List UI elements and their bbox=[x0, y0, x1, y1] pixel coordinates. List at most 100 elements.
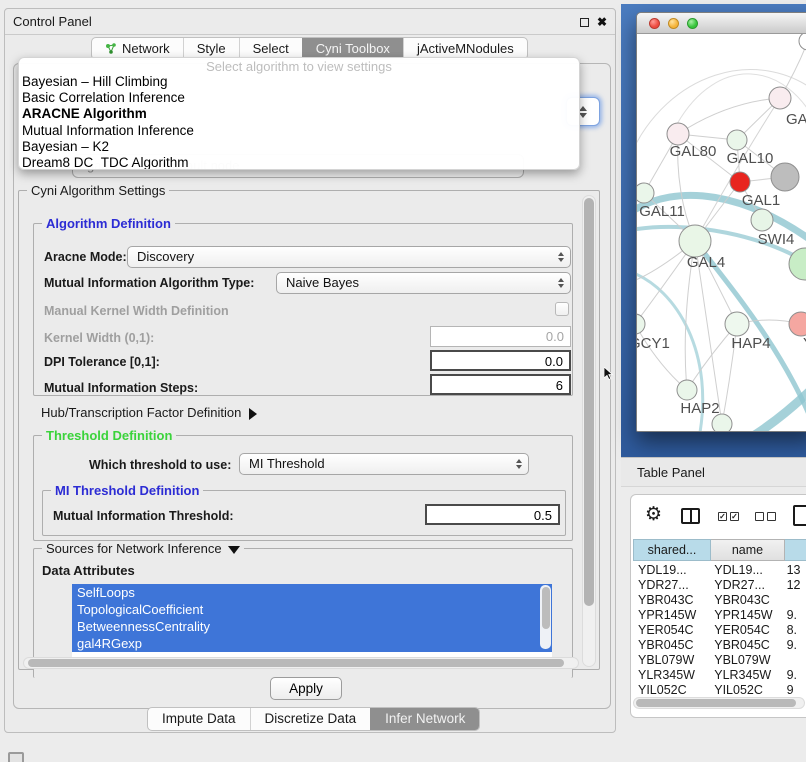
settings-vscroll-thumb[interactable] bbox=[584, 198, 594, 606]
data-attribute-item[interactable]: BetweennessCentrality bbox=[72, 618, 552, 635]
gear-icon[interactable]: ⚙ bbox=[645, 503, 662, 525]
data-attribute-item[interactable]: TopologicalCoefficient bbox=[72, 601, 552, 618]
table-cell[interactable]: YPR145W bbox=[709, 608, 781, 623]
table-cell[interactable]: 13 bbox=[782, 563, 806, 578]
aracne-mode-combo[interactable]: Discovery bbox=[127, 246, 571, 268]
algorithm-option[interactable]: Mutual Information Inference bbox=[19, 123, 579, 139]
table-cell[interactable] bbox=[782, 593, 806, 608]
network-node-gal10[interactable] bbox=[727, 130, 747, 150]
algorithm-option[interactable]: Basic Correlation Inference bbox=[19, 90, 579, 106]
kernel-width-field[interactable]: 0.0 bbox=[430, 326, 571, 347]
table-row[interactable]: YBL079WYBL079W bbox=[633, 653, 806, 668]
table-row[interactable]: YBR043CYBR043C bbox=[633, 593, 806, 608]
list-scrollbar[interactable] bbox=[540, 585, 551, 649]
table-row[interactable]: YIL052CYIL052C9 bbox=[633, 683, 806, 695]
table-cell[interactable]: YBR045C bbox=[709, 638, 781, 653]
settings-vertical-scrollbar[interactable] bbox=[582, 195, 596, 667]
table-cell[interactable]: YLR345W bbox=[633, 668, 709, 683]
algorithm-option[interactable]: ARACNE Algorithm bbox=[19, 106, 579, 122]
table-cell[interactable]: 12 bbox=[782, 578, 806, 593]
tab-impute-data[interactable]: Impute Data bbox=[148, 708, 250, 730]
table-cell[interactable] bbox=[782, 653, 806, 668]
mi-steps-field[interactable]: 6 bbox=[430, 374, 571, 395]
table-cell[interactable]: YLR345W bbox=[709, 668, 781, 683]
minimize-traffic-light-icon[interactable] bbox=[668, 18, 679, 29]
which-threshold-combo[interactable]: MI Threshold bbox=[239, 453, 529, 475]
apply-button[interactable]: Apply bbox=[270, 677, 342, 700]
table-cell[interactable]: YBR045C bbox=[633, 638, 709, 653]
network-node-hap4[interactable] bbox=[725, 312, 749, 336]
tab-network[interactable]: Network bbox=[92, 38, 183, 59]
table-horizontal-scrollbar[interactable] bbox=[633, 697, 805, 709]
data-attributes-list[interactable]: SelfLoopsTopologicalCoefficientBetweenne… bbox=[72, 584, 552, 657]
network-node-gal[interactable] bbox=[769, 87, 791, 109]
dpi-tolerance-field[interactable]: 0.0 bbox=[430, 350, 571, 371]
tab-infer-network[interactable]: Infer Network bbox=[370, 708, 479, 730]
mi-threshold-field[interactable]: 0.5 bbox=[425, 504, 560, 525]
file-icon[interactable] bbox=[793, 505, 806, 526]
table-cell[interactable]: YBR043C bbox=[633, 593, 709, 608]
network-window-titlebar[interactable] bbox=[637, 13, 806, 34]
algorithm-option[interactable]: Bayesian – K2 bbox=[19, 139, 579, 155]
network-node-swi4[interactable] bbox=[751, 209, 773, 231]
settings-hscroll-thumb[interactable] bbox=[28, 659, 564, 667]
table-cell[interactable]: YIL052C bbox=[709, 683, 781, 695]
table-cell[interactable]: 9. bbox=[782, 638, 806, 653]
unchecked-pair-icon[interactable] bbox=[755, 512, 776, 521]
table-cell[interactable]: YPR145W bbox=[633, 608, 709, 623]
network-node-gal4[interactable] bbox=[679, 225, 711, 257]
table-cell[interactable]: YDR27... bbox=[633, 578, 709, 593]
network-node[interactable] bbox=[712, 414, 732, 432]
table-cell[interactable]: YBL079W bbox=[709, 653, 781, 668]
network-graph[interactable]: GALGAL80GAL10GAL1GAL11SWI4GAL4GCY1HAP4YH… bbox=[637, 34, 806, 432]
minimized-panel-icon[interactable] bbox=[8, 752, 24, 762]
table-cell[interactable]: YDL19... bbox=[709, 563, 781, 578]
data-attribute-item[interactable]: SelfLoops bbox=[72, 584, 552, 601]
network-node-gal80[interactable] bbox=[667, 123, 689, 145]
network-canvas[interactable]: GALGAL80GAL10GAL1GAL11SWI4GAL4GCY1HAP4YH… bbox=[637, 34, 806, 431]
tab-cyni-toolbox[interactable]: Cyni Toolbox bbox=[302, 38, 403, 59]
table-cell[interactable]: YDR27... bbox=[709, 578, 781, 593]
column-header-shared-name[interactable]: shared... bbox=[633, 539, 711, 561]
zoom-traffic-light-icon[interactable] bbox=[687, 18, 698, 29]
network-node-gal1[interactable] bbox=[730, 172, 750, 192]
float-window-icon[interactable] bbox=[580, 18, 589, 27]
column-header-name[interactable]: name bbox=[711, 539, 785, 561]
table-row[interactable]: YLR345WYLR345W9. bbox=[633, 668, 806, 683]
split-columns-icon[interactable] bbox=[681, 508, 700, 524]
mi-algorithm-type-combo[interactable]: Naive Bayes bbox=[276, 272, 571, 294]
hub-definition-toggle[interactable]: Hub/Transcription Factor Definition bbox=[41, 405, 257, 420]
table-cell[interactable]: YDL19... bbox=[633, 563, 709, 578]
network-node[interactable] bbox=[799, 34, 806, 50]
network-node-y[interactable] bbox=[789, 312, 806, 336]
checked-pair-icon[interactable]: ✓✓ bbox=[718, 512, 739, 521]
algorithm-option[interactable]: Bayesian – Hill Climbing bbox=[19, 74, 579, 90]
list-scrollbar-thumb[interactable] bbox=[542, 587, 550, 629]
algorithm-option[interactable]: Dream8 DC_TDC Algorithm bbox=[19, 155, 579, 170]
table-row[interactable]: YPR145WYPR145W9. bbox=[633, 608, 806, 623]
table-row[interactable]: YDL19...YDL19...13 bbox=[633, 563, 806, 578]
table-cell[interactable]: YIL052C bbox=[633, 683, 709, 695]
network-node-gal11[interactable] bbox=[637, 183, 654, 203]
column-header-clipped[interactable] bbox=[785, 539, 806, 561]
tab-discretize-data[interactable]: Discretize Data bbox=[250, 708, 371, 730]
table-cell[interactable]: YER054C bbox=[709, 623, 781, 638]
table-cell[interactable]: YER054C bbox=[633, 623, 709, 638]
table-hscroll-thumb[interactable] bbox=[636, 699, 796, 707]
table-cell[interactable]: YBL079W bbox=[633, 653, 709, 668]
table-row[interactable]: YBR045CYBR045C9. bbox=[633, 638, 806, 653]
table-cell[interactable]: YBR043C bbox=[709, 593, 781, 608]
network-node-gcy1[interactable] bbox=[637, 314, 645, 334]
table-cell[interactable]: 9 bbox=[782, 683, 806, 695]
network-node[interactable] bbox=[771, 163, 799, 191]
sources-toggle[interactable]: Sources for Network Inference bbox=[42, 541, 244, 556]
settings-horizontal-scrollbar[interactable] bbox=[23, 657, 579, 669]
tab-jactivemnodules[interactable]: jActiveMNodules bbox=[403, 38, 527, 59]
table-cell[interactable]: 8. bbox=[782, 623, 806, 638]
close-traffic-light-icon[interactable] bbox=[649, 18, 660, 29]
data-attribute-item[interactable]: gal4RGexp bbox=[72, 635, 552, 652]
network-node-hap2[interactable] bbox=[677, 380, 697, 400]
table-row[interactable]: YDR27...YDR27...12 bbox=[633, 578, 806, 593]
network-edge[interactable] bbox=[678, 98, 780, 134]
close-icon[interactable]: ✖ bbox=[597, 16, 607, 28]
